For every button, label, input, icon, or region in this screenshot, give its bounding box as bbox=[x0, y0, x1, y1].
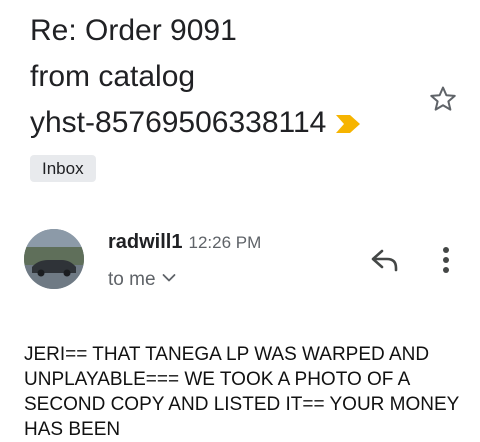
sender-line: radwill1 12:26 PM bbox=[108, 230, 261, 255]
more-options-icon[interactable] bbox=[436, 244, 456, 276]
message-time: 12:26 PM bbox=[188, 233, 262, 252]
recipient-text: to me bbox=[108, 269, 156, 290]
star-icon[interactable] bbox=[428, 84, 458, 114]
inbox-label-chip[interactable]: Inbox bbox=[30, 155, 96, 182]
reply-icon[interactable] bbox=[369, 246, 401, 274]
subject-line-3-wrap: yhst-85769506338114 bbox=[30, 100, 400, 146]
importance-marker-icon[interactable] bbox=[336, 101, 361, 133]
subject-line-2: from catalog bbox=[30, 60, 196, 93]
sender-name[interactable]: radwill1 bbox=[108, 231, 182, 253]
subject-line-1: Re: Order 9091 bbox=[30, 14, 237, 47]
email-body: JERI== THAT TANEGA LP WAS WARPED AND UNP… bbox=[24, 344, 460, 440]
email-subject: Re: Order 9091 from catalog yhst-8576950… bbox=[30, 8, 400, 146]
chevron-down-icon[interactable] bbox=[162, 266, 176, 282]
sender-avatar[interactable] bbox=[24, 229, 84, 289]
recipient-details-toggle[interactable]: to me bbox=[108, 266, 176, 292]
subject-line-3: yhst-85769506338114 bbox=[30, 106, 327, 139]
